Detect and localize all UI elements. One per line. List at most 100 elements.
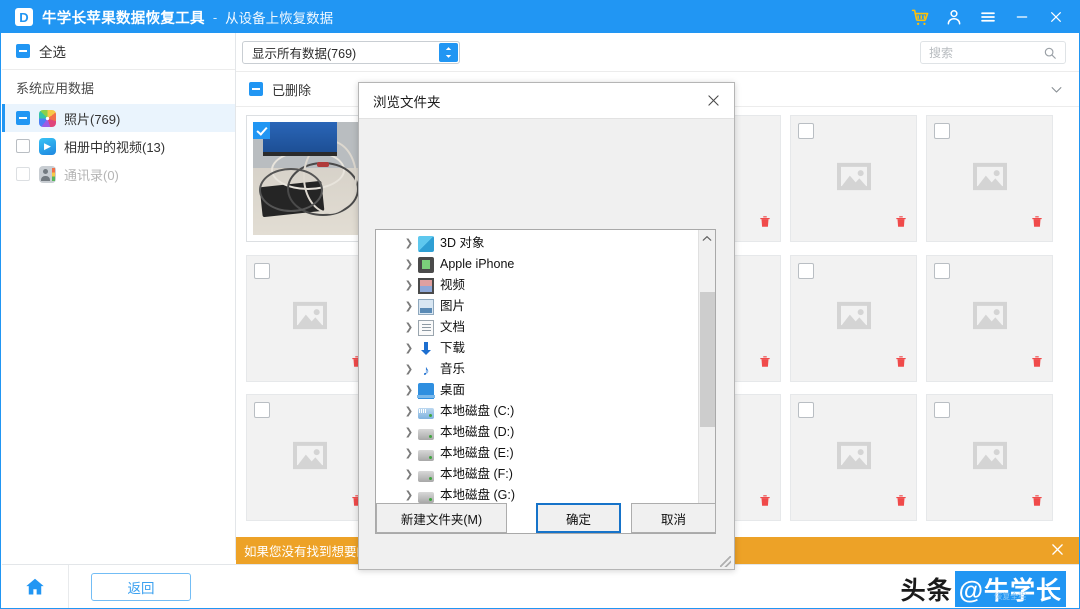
account-icon[interactable]	[937, 1, 971, 33]
chevron-right-icon[interactable]: ❯	[402, 469, 416, 480]
trash-icon[interactable]	[758, 493, 772, 513]
search-input[interactable]: 搜索	[929, 44, 953, 61]
thumbnail-card[interactable]	[926, 115, 1053, 242]
group-checkbox[interactable]	[249, 82, 263, 96]
dialog-header: 浏览文件夹	[359, 83, 734, 119]
trash-icon[interactable]	[758, 354, 772, 374]
thumbnail-card[interactable]	[246, 255, 373, 382]
folder-tree-scrollbar[interactable]	[698, 230, 715, 533]
thumbnail-card[interactable]	[926, 255, 1053, 382]
thumbnail-card-photo[interactable]	[246, 115, 373, 242]
thumbnail-checkbox[interactable]	[798, 263, 814, 279]
tree-item-label: 图片	[440, 300, 465, 313]
trash-icon[interactable]	[894, 493, 908, 513]
tree-item-apple-iphone[interactable]: ❯ Apple iPhone	[376, 254, 699, 275]
drive-icon	[418, 429, 434, 440]
content-toolbar: 显示所有数据(769) 搜索	[236, 33, 1080, 72]
thumbnail-checkbox[interactable]	[934, 263, 950, 279]
watermark-badge: @牛学长 恢复全程	[955, 571, 1066, 607]
thumbnail-checkbox[interactable]	[253, 122, 270, 139]
chevron-right-icon[interactable]: ❯	[402, 343, 416, 354]
trash-icon[interactable]	[1030, 214, 1044, 234]
thumbnail-checkbox[interactable]	[934, 402, 950, 418]
sidebar-item-album-videos[interactable]: ▶ 相册中的视频(13)	[2, 132, 235, 160]
image-placeholder-icon	[967, 296, 1013, 341]
trash-icon[interactable]	[1030, 493, 1044, 513]
chevron-right-icon[interactable]: ❯	[402, 427, 416, 438]
chevron-right-icon[interactable]: ❯	[402, 238, 416, 249]
back-button[interactable]: 返回	[91, 573, 191, 601]
thumbnail-checkbox[interactable]	[254, 263, 270, 279]
thumbnail-checkbox[interactable]	[254, 402, 270, 418]
tree-item-music[interactable]: ❯ ♪ 音乐	[376, 359, 699, 380]
photos-checkbox[interactable]	[16, 111, 30, 125]
tree-item-label: 3D 对象	[440, 237, 484, 250]
dialog-title: 浏览文件夹	[373, 91, 441, 111]
tree-item-desktop[interactable]: ❯ 桌面	[376, 380, 699, 401]
home-icon[interactable]	[2, 565, 69, 609]
tree-item-pictures[interactable]: ❯ 图片	[376, 296, 699, 317]
chevron-right-icon[interactable]: ❯	[402, 322, 416, 333]
cart-icon[interactable]	[903, 1, 937, 33]
data-filter-select[interactable]: 显示所有数据(769)	[242, 41, 460, 64]
chevron-right-icon[interactable]: ❯	[402, 406, 416, 417]
search-box[interactable]: 搜索	[920, 41, 1066, 64]
thumbnail-card[interactable]	[790, 255, 917, 382]
tree-item-3d-objects[interactable]: ❯ 3D 对象	[376, 233, 699, 254]
select-all-label: 全选	[39, 41, 66, 61]
trash-icon[interactable]	[758, 214, 772, 234]
thumbnail-card[interactable]	[790, 115, 917, 242]
thumbnail-checkbox[interactable]	[798, 123, 814, 139]
chevron-right-icon[interactable]: ❯	[402, 280, 416, 291]
thumbnail-card[interactable]	[790, 394, 917, 521]
image-placeholder-icon	[831, 296, 877, 341]
chevron-down-icon[interactable]	[1049, 82, 1064, 102]
chevron-right-icon[interactable]: ❯	[402, 364, 416, 375]
tree-item-videos[interactable]: ❯ 视频	[376, 275, 699, 296]
chevron-up-icon[interactable]	[699, 230, 715, 247]
sidebar-item-contacts[interactable]: 通讯录(0)	[2, 160, 235, 188]
image-placeholder-icon	[287, 296, 333, 341]
contacts-checkbox[interactable]	[16, 167, 30, 181]
close-icon[interactable]	[1049, 541, 1066, 563]
chevron-right-icon[interactable]: ❯	[402, 385, 416, 396]
album-video-checkbox[interactable]	[16, 139, 30, 153]
tree-item-drive-c[interactable]: ❯ 本地磁盘 (C:)	[376, 401, 699, 422]
tree-item-label: 音乐	[440, 363, 465, 376]
music-icon: ♪	[418, 362, 434, 378]
minimize-icon[interactable]	[1005, 1, 1039, 33]
cancel-button[interactable]: 取消	[631, 503, 716, 533]
trash-icon[interactable]	[1030, 354, 1044, 374]
close-icon[interactable]	[705, 92, 722, 114]
sidebar-item-label: 相册中的视频(13)	[64, 137, 165, 156]
search-icon[interactable]	[1043, 46, 1057, 65]
tree-item-drive-d[interactable]: ❯ 本地磁盘 (D:)	[376, 422, 699, 443]
sidebar-item-label: 通讯录(0)	[64, 165, 119, 184]
tree-item-downloads[interactable]: ❯ 下载	[376, 338, 699, 359]
thumbnail-checkbox[interactable]	[934, 123, 950, 139]
thumbnail-card[interactable]	[926, 394, 1053, 521]
app-title: 牛学长苹果数据恢复工具	[42, 7, 205, 28]
scrollbar-thumb[interactable]	[700, 292, 715, 427]
stepper-updown-icon[interactable]	[439, 43, 458, 62]
resize-grip[interactable]	[720, 556, 731, 567]
select-all-row[interactable]: 全选	[2, 33, 235, 70]
thumbnail-checkbox[interactable]	[798, 402, 814, 418]
trash-icon[interactable]	[894, 214, 908, 234]
tree-item-drive-e[interactable]: ❯ 本地磁盘 (E:)	[376, 443, 699, 464]
close-icon[interactable]	[1039, 1, 1073, 33]
chevron-right-icon[interactable]: ❯	[402, 259, 416, 270]
chevron-right-icon[interactable]: ❯	[402, 301, 416, 312]
hamburger-menu-icon[interactable]	[971, 1, 1005, 33]
bottom-bar: 返回 头条 @牛学长 恢复全程	[2, 564, 1080, 609]
tree-item-documents[interactable]: ❯ 文档	[376, 317, 699, 338]
ok-button[interactable]: 确定	[536, 503, 621, 533]
new-folder-button[interactable]: 新建文件夹(M)	[376, 503, 507, 533]
image-placeholder-icon	[967, 156, 1013, 201]
sidebar-item-photos[interactable]: 照片(769)	[2, 104, 235, 132]
trash-icon[interactable]	[894, 354, 908, 374]
select-all-checkbox[interactable]	[16, 44, 30, 58]
chevron-right-icon[interactable]: ❯	[402, 448, 416, 459]
thumbnail-card[interactable]	[246, 394, 373, 521]
tree-item-drive-f[interactable]: ❯ 本地磁盘 (F:)	[376, 464, 699, 485]
